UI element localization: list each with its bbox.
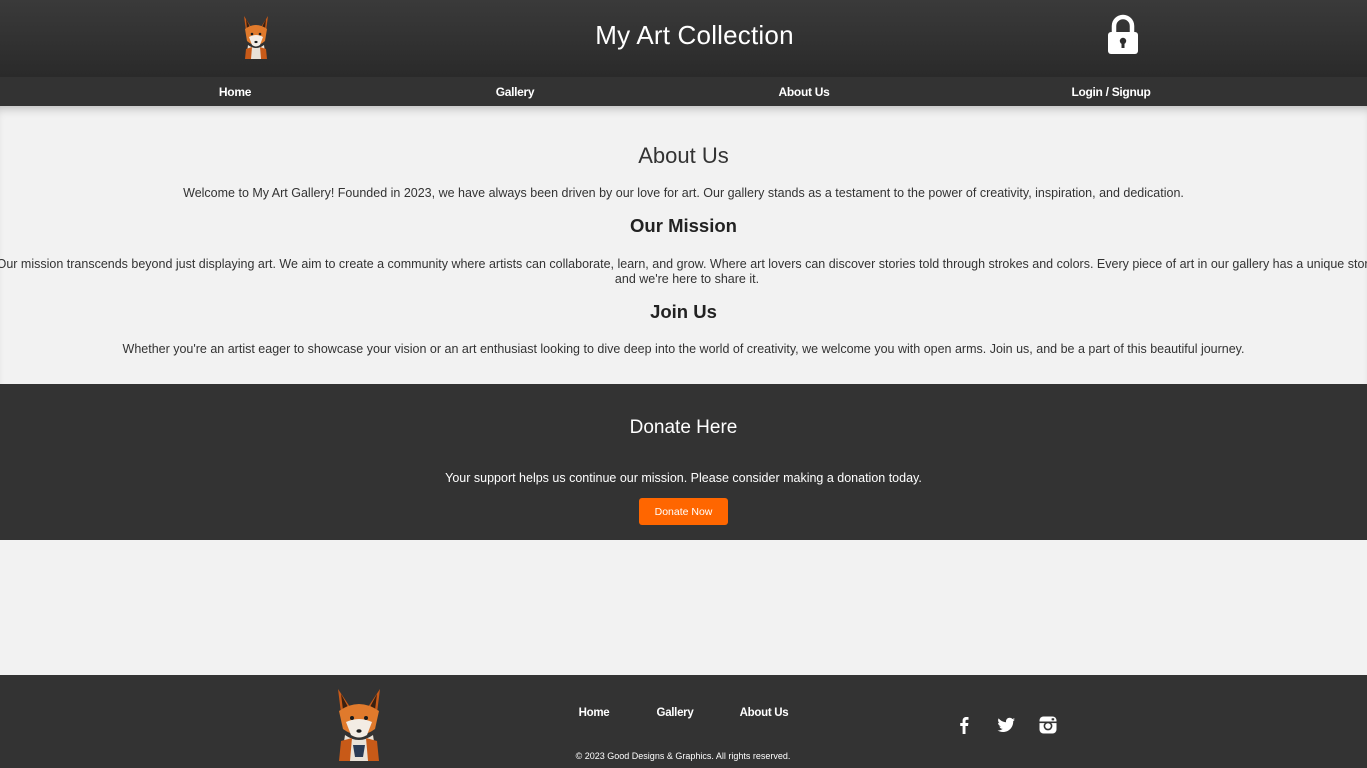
nav-about-us[interactable]: About Us bbox=[779, 85, 830, 99]
donate-heading: Donate Here bbox=[629, 417, 738, 438]
footer-link-gallery[interactable]: Gallery bbox=[657, 707, 694, 719]
facebook-icon[interactable] bbox=[954, 715, 974, 735]
mission-heading: Our Mission bbox=[630, 215, 737, 236]
mission-text: Our mission transcends beyond just displ… bbox=[0, 257, 1367, 286]
welcome-text: Welcome to My Art Gallery! Founded in 20… bbox=[183, 186, 1184, 200]
join-text: Whether you're an artist eager to showca… bbox=[122, 342, 1245, 356]
nav-login-signup[interactable]: Login / Signup bbox=[1071, 85, 1150, 99]
donate-now-button[interactable]: Donate Now bbox=[639, 498, 728, 525]
main-nav: Home Gallery About Us Login / Signup bbox=[0, 77, 1367, 106]
copyright-text: © 2023 Good Designs & Graphics. All righ… bbox=[575, 751, 791, 761]
site-header: My Art Collection bbox=[0, 0, 1367, 77]
nav-home[interactable]: Home bbox=[219, 85, 251, 99]
instagram-icon[interactable] bbox=[1038, 715, 1058, 735]
donate-text: Your support helps us continue our missi… bbox=[445, 471, 922, 485]
fox-logo-icon bbox=[338, 689, 380, 761]
nav-gallery[interactable]: Gallery bbox=[496, 85, 535, 99]
site-title: My Art Collection bbox=[595, 20, 794, 50]
footer-link-home[interactable]: Home bbox=[579, 707, 610, 719]
about-heading: About Us bbox=[638, 143, 729, 168]
footer-link-about-us[interactable]: About Us bbox=[740, 707, 789, 719]
twitter-icon[interactable] bbox=[996, 715, 1016, 735]
site-footer: Home Gallery About Us © 2023 Good Design… bbox=[0, 675, 1367, 768]
join-heading: Join Us bbox=[650, 301, 717, 322]
donate-section: Donate Here Your support helps us contin… bbox=[0, 384, 1367, 540]
about-section: About Us Welcome to My Art Gallery! Foun… bbox=[0, 106, 1367, 384]
lock-icon[interactable] bbox=[1104, 14, 1142, 56]
